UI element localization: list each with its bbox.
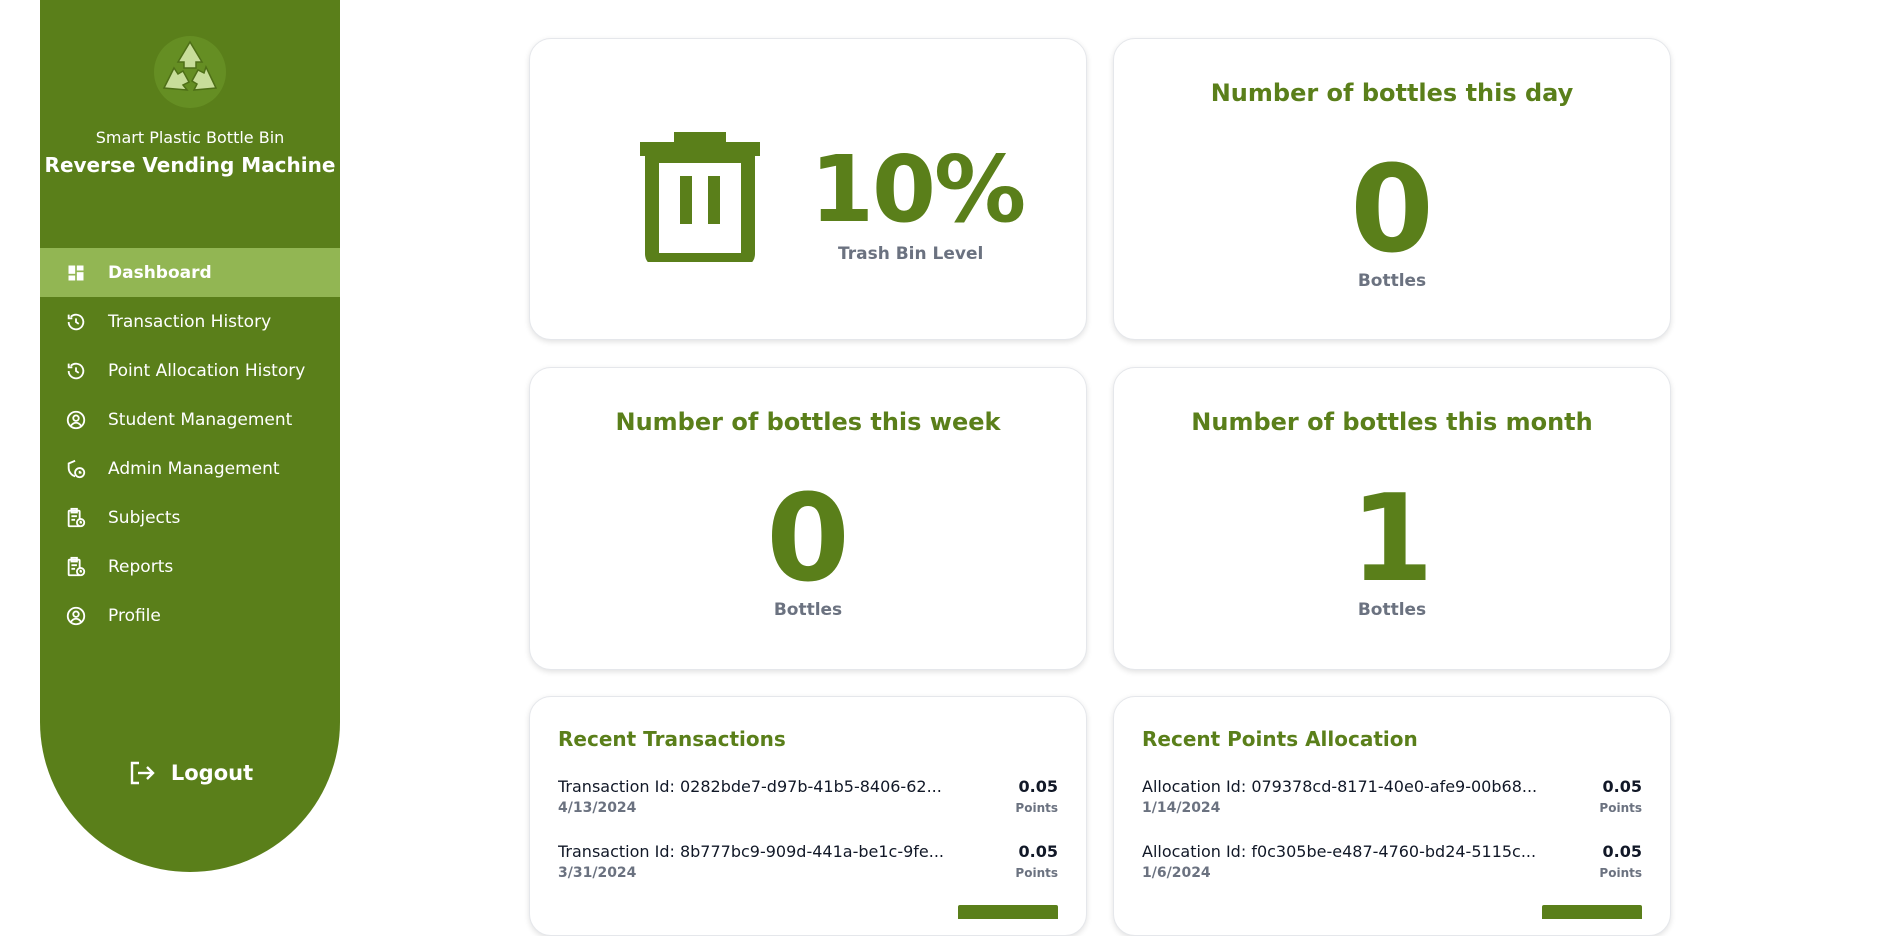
bottles-month-title: Number of bottles this month [1191, 408, 1593, 436]
allocation-points-unit: Points [1599, 866, 1642, 880]
recent-points-allocation-card: Recent Points Allocation Allocation Id: … [1113, 696, 1671, 936]
admin-shield-icon [64, 457, 88, 481]
view-all-allocations-button[interactable] [1542, 905, 1642, 919]
transaction-points: 0.05 [1018, 842, 1058, 861]
bottles-week-value: 0 [766, 470, 850, 609]
allocation-id: Allocation Id: 079378cd-8171-40e0-afe9-0… [1142, 777, 1538, 796]
sidebar-item-student-management[interactable]: Student Management [40, 395, 340, 444]
logout-button[interactable]: Logout [40, 758, 340, 788]
brand-title: Reverse Vending Machine [44, 153, 336, 177]
history-icon [64, 359, 88, 383]
transaction-id: Transaction Id: 0282bde7-d97b-41b5-8406-… [558, 777, 942, 796]
logout-label: Logout [170, 761, 254, 785]
sidebar-item-label: Point Allocation History [108, 360, 306, 381]
list-item[interactable]: Allocation Id: 079378cd-8171-40e0-afe9-0… [1142, 777, 1642, 827]
bottles-day-unit: Bottles [1357, 271, 1427, 291]
brand-subtitle: Smart Plastic Bottle Bin [95, 128, 285, 147]
transaction-points: 0.05 [1018, 777, 1058, 796]
list-item[interactable]: Transaction Id: 8b777bc9-909d-441a-be1c-… [558, 842, 1058, 892]
sidebar-item-subjects[interactable]: Subjects [40, 493, 340, 542]
history-icon [64, 310, 88, 334]
bottles-day-card: Number of bottles this day 0 Bottles [1113, 38, 1671, 340]
recent-transactions-title: Recent Transactions [558, 727, 786, 751]
sidebar: Smart Plastic Bottle Bin Reverse Vending… [40, 0, 340, 872]
recent-transactions-card: Recent Transactions Transaction Id: 0282… [529, 696, 1087, 936]
dashboard-icon [64, 261, 88, 285]
sidebar-item-dashboard[interactable]: Dashboard [40, 248, 340, 297]
transaction-id: Transaction Id: 8b777bc9-909d-441a-be1c-… [558, 842, 944, 861]
list-item[interactable]: Allocation Id: f0c305be-e487-4760-bd24-5… [1142, 842, 1642, 892]
clipboard-clock-icon [64, 506, 88, 530]
transaction-points-unit: Points [1015, 866, 1058, 880]
user-circle-icon [64, 408, 88, 432]
sidebar-item-point-allocation-history[interactable]: Point Allocation History [40, 346, 340, 395]
sidebar-item-label: Admin Management [108, 458, 280, 479]
sidebar-item-label: Student Management [108, 409, 293, 430]
transaction-points-unit: Points [1015, 801, 1058, 815]
bottles-week-title: Number of bottles this week [615, 408, 1001, 436]
bottles-day-value: 0 [1350, 141, 1434, 280]
recent-allocation-title: Recent Points Allocation [1142, 727, 1418, 751]
sidebar-item-label: Reports [108, 556, 174, 577]
bottles-day-title: Number of bottles this day [1210, 79, 1574, 107]
sidebar-item-transaction-history[interactable]: Transaction History [40, 297, 340, 346]
allocation-points-unit: Points [1599, 801, 1642, 815]
sidebar-item-admin-management[interactable]: Admin Management [40, 444, 340, 493]
sidebar-item-label: Dashboard [108, 262, 212, 283]
trash-bin-level-card: 10% Trash Bin Level [529, 38, 1087, 340]
recycle-icon [152, 34, 228, 110]
sidebar-item-label: Profile [108, 605, 161, 626]
bottles-month-value: 1 [1350, 470, 1434, 609]
allocation-points: 0.05 [1602, 777, 1642, 796]
view-all-transactions-button[interactable] [958, 905, 1058, 919]
allocation-id: Allocation Id: f0c305be-e487-4760-bd24-5… [1142, 842, 1537, 861]
sidebar-nav: Dashboard Transaction History Point Allo… [40, 248, 340, 640]
allocation-points: 0.05 [1602, 842, 1642, 861]
allocation-date: 1/6/2024 [1142, 865, 1211, 881]
logout-icon [127, 758, 157, 788]
allocation-date: 1/14/2024 [1142, 800, 1221, 816]
list-item[interactable]: Transaction Id: 0282bde7-d97b-41b5-8406-… [558, 777, 1058, 827]
bin-level-label: Trash Bin Level [838, 244, 984, 264]
sidebar-item-profile[interactable]: Profile [40, 591, 340, 640]
bottles-week-unit: Bottles [773, 600, 843, 620]
sidebar-item-reports[interactable]: Reports [40, 542, 340, 591]
bin-level-percent: 10% [810, 136, 1026, 243]
transaction-date: 4/13/2024 [558, 800, 637, 816]
user-circle-icon [64, 604, 88, 628]
trash-bin-icon [640, 132, 760, 267]
sidebar-item-label: Subjects [108, 507, 181, 528]
sidebar-item-label: Transaction History [108, 311, 272, 332]
bottles-month-card: Number of bottles this month 1 Bottles [1113, 367, 1671, 670]
bottles-month-unit: Bottles [1357, 600, 1427, 620]
bottles-week-card: Number of bottles this week 0 Bottles [529, 367, 1087, 670]
clipboard-clock-icon [64, 555, 88, 579]
transaction-date: 3/31/2024 [558, 865, 637, 881]
